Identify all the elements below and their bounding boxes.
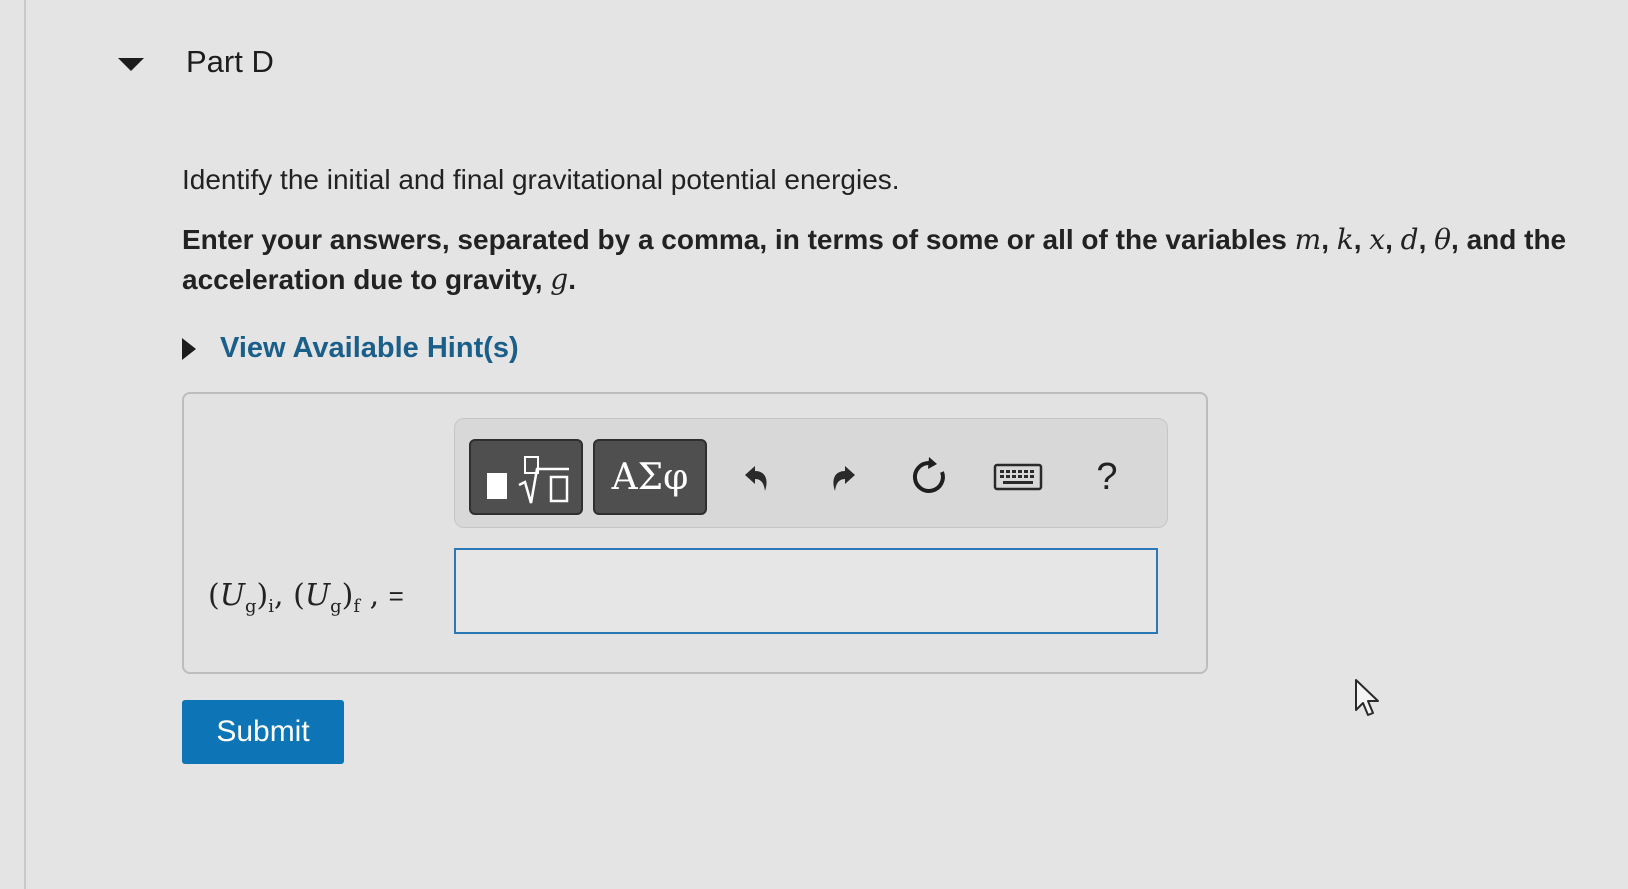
answer-panel: ΑΣφ ? (Ug)i, (Ug)f , = bbox=[182, 392, 1208, 674]
variable-d: d bbox=[1400, 223, 1419, 256]
answer-label: (Ug)i, (Ug)f , = bbox=[208, 578, 404, 617]
label-sub-g-final: g bbox=[330, 596, 342, 617]
undo-button[interactable] bbox=[725, 447, 785, 507]
redo-button[interactable] bbox=[815, 447, 875, 507]
label-sub-f: f bbox=[353, 596, 361, 617]
part-title: Part D bbox=[186, 44, 274, 79]
templates-sqrt-icon bbox=[487, 456, 569, 504]
reset-icon bbox=[912, 457, 945, 493]
instructions-text: Enter your answers, separated by a comma… bbox=[182, 224, 1287, 255]
expand-caret-icon bbox=[182, 337, 196, 360]
keyboard-button[interactable] bbox=[985, 447, 1051, 507]
redo-icon bbox=[833, 466, 855, 491]
variable-theta: θ bbox=[1434, 223, 1451, 256]
answer-input[interactable] bbox=[454, 548, 1158, 634]
math-toolbar: ΑΣφ ? bbox=[454, 418, 1168, 528]
variable-m: m bbox=[1294, 223, 1322, 256]
label-sub-g-initial: g bbox=[245, 596, 257, 617]
label-equals: = bbox=[388, 581, 404, 611]
reset-button[interactable] bbox=[899, 447, 959, 507]
mouse-pointer-icon bbox=[1355, 679, 1379, 716]
variable-g: g bbox=[550, 263, 569, 296]
templates-button[interactable] bbox=[469, 439, 583, 515]
view-hints-toggle[interactable]: View Available Hint(s) bbox=[182, 332, 519, 365]
part-header[interactable]: Part D bbox=[118, 44, 274, 80]
view-hints-label[interactable]: View Available Hint(s) bbox=[220, 332, 519, 365]
collapse-caret-icon[interactable] bbox=[118, 57, 144, 71]
help-button[interactable]: ? bbox=[1077, 447, 1137, 507]
greek-symbols-button[interactable]: ΑΣφ bbox=[593, 439, 707, 515]
left-divider bbox=[24, 0, 26, 889]
question-prompt: Identify the initial and final gravitati… bbox=[182, 164, 900, 195]
label-u-final: U bbox=[304, 578, 331, 613]
variable-x: x bbox=[1369, 223, 1386, 256]
answer-instructions: Enter your answers, separated by a comma… bbox=[182, 223, 1567, 296]
label-u-initial: U bbox=[219, 578, 246, 613]
label-sub-i: i bbox=[268, 596, 275, 617]
variable-k: k bbox=[1336, 223, 1354, 256]
submit-button[interactable]: Submit bbox=[182, 700, 344, 764]
keyboard-icon bbox=[993, 463, 1043, 491]
undo-icon bbox=[745, 466, 767, 491]
